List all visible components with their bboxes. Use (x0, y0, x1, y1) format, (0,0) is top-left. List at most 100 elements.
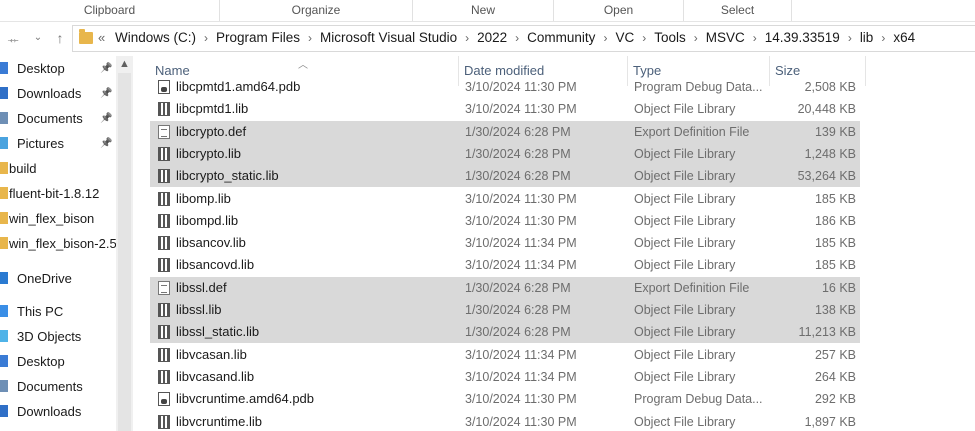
nav-pane-scrollbar[interactable]: ▲ (116, 56, 133, 431)
breadcrumb-item[interactable]: x64 (893, 30, 915, 45)
breadcrumb-chevron-icon[interactable]: › (642, 31, 646, 45)
ribbon-group-clipboard: Clipboard (0, 0, 220, 21)
file-row[interactable]: libvcruntime.amd64.pdb 3/10/2024 11:30 PM… (150, 388, 860, 410)
debug-file-icon (158, 392, 170, 407)
file-row[interactable]: libssl.lib 1/30/2024 6:28 PM Object File L… (150, 299, 860, 321)
file-date-modified: 3/10/2024 11:30 PM (465, 191, 577, 206)
file-name: libcpmtd1.lib (176, 101, 249, 117)
file-date-modified: 1/30/2024 6:28 PM (465, 280, 571, 295)
file-row[interactable]: libsancov.lib 3/10/2024 11:34 PM Object Fi… (150, 232, 860, 254)
breadcrumb-item[interactable]: Microsoft Visual Studio (320, 30, 457, 45)
file-name: libvcasand.lib (176, 368, 255, 384)
file-row[interactable]: libompd.lib 3/10/2024 11:30 PM Object File… (150, 210, 860, 232)
file-name: libvcasan.lib (176, 346, 247, 362)
file-date-modified: 3/10/2024 11:30 PM (465, 213, 577, 228)
file-date-modified: 3/10/2024 11:30 PM (465, 80, 577, 94)
breadcrumb-item[interactable]: Windows (C:) (115, 30, 196, 45)
file-row[interactable]: libcrypto.def 1/30/2024 6:28 PM Export Def… (150, 120, 860, 143)
file-type: Object File Library (634, 146, 736, 161)
nav-item-win-flex-bison[interactable]: win_flex_bison (0, 206, 116, 231)
file-name: libssl.lib (176, 302, 222, 317)
file-name: libomp.lib (176, 190, 231, 206)
nav-item-pictures[interactable]: Pictures 📌 (0, 131, 116, 156)
folder-icon (0, 237, 8, 249)
file-row[interactable]: libcpmtd1.lib 3/10/2024 11:30 PM Object Fi… (150, 98, 860, 120)
file-row[interactable]: libomp.lib 3/10/2024 11:30 PM Object File … (150, 188, 860, 210)
nav-item-label: win_flex_bison (9, 211, 95, 226)
breadcrumb-item[interactable]: lib (860, 30, 874, 45)
breadcrumb-chevron-icon[interactable]: › (694, 31, 698, 45)
file-size: 1,248 KB (804, 146, 856, 161)
nav-item-downloads[interactable]: Downloads (0, 399, 116, 424)
debug-file-icon (158, 80, 170, 94)
breadcrumb-chevron-icon[interactable]: › (603, 31, 607, 45)
file-row[interactable]: libssl_static.lib 1/30/2024 6:28 PM Object… (150, 321, 860, 344)
file-name: libvcruntime.lib (176, 413, 262, 429)
nav-item-3d-objects[interactable]: 3D Objects (0, 324, 116, 349)
nav-item-label: Pictures (17, 136, 64, 151)
breadcrumb-chevron-icon[interactable]: › (848, 31, 852, 45)
file-name: libcrypto_static.lib (176, 168, 279, 184)
breadcrumb-item[interactable]: VC (615, 30, 634, 45)
file-type: Object File Library (634, 236, 736, 251)
file-name: libvcruntime.amd64.pdb (176, 391, 315, 407)
nav-item-desktop[interactable]: Desktop 📌 (0, 56, 116, 81)
cloud-icon (0, 272, 8, 284)
breadcrumb-item[interactable]: 2022 (477, 30, 507, 45)
scroll-thumb[interactable] (118, 73, 131, 431)
breadcrumb-chevron-icon[interactable]: › (753, 31, 757, 45)
file-row[interactable]: libsancovd.lib 3/10/2024 11:34 PM Object F… (150, 254, 860, 276)
file-date-modified: 3/10/2024 11:34 PM (465, 236, 577, 251)
file-size: 1,897 KB (804, 414, 856, 429)
nav-item-onedrive[interactable]: OneDrive (0, 266, 116, 291)
breadcrumb-item[interactable]: Tools (654, 30, 686, 45)
file-row[interactable]: libcrypto_static.lib 1/30/2024 6:28 PM Obj… (150, 165, 860, 188)
nav-item-label: Downloads (17, 86, 82, 101)
breadcrumb-chevron-icon[interactable]: › (881, 31, 885, 45)
file-name: libcpmtd1.amd64.pdb (176, 79, 301, 94)
library-file-icon (158, 369, 170, 384)
scroll-up-icon[interactable]: ▲ (116, 58, 133, 70)
nav-item-downloads[interactable]: Downloads 📌 (0, 81, 116, 106)
file-name: libssl_static.lib (176, 324, 260, 340)
file-size: 139 KB (814, 124, 856, 139)
address-overflow[interactable]: « (98, 30, 105, 45)
breadcrumb-chevron-icon[interactable]: › (465, 31, 469, 45)
breadcrumb-chevron-icon[interactable]: › (204, 31, 208, 45)
file-row[interactable]: libvcasan.lib 3/10/2024 11:34 PM Object Fi… (150, 344, 860, 366)
breadcrumb-item[interactable]: Program Files (216, 30, 300, 45)
file-type: Object File Library (634, 347, 736, 362)
file-row[interactable]: libvcruntime.lib 3/10/2024 11:30 PM Object… (150, 411, 860, 431)
breadcrumb-chevron-icon[interactable]: › (515, 31, 519, 45)
nav-item-fluent-bit-1-8-12[interactable]: fluent-bit-1.8.12 (0, 181, 116, 206)
breadcrumb-item[interactable]: 14.39.33519 (765, 30, 840, 45)
file-type: Export Definition File (634, 280, 750, 295)
chevron-down-icon: ⌄ (33, 32, 43, 43)
nav-item-documents[interactable]: Documents (0, 374, 116, 399)
breadcrumb-item[interactable]: MSVC (706, 30, 745, 45)
nav-item-label: fluent-bit-1.8.12 (9, 186, 100, 201)
nav-item-desktop[interactable]: Desktop (0, 349, 116, 374)
breadcrumb-chevron-icon[interactable]: › (308, 31, 312, 45)
computer-icon (0, 305, 8, 317)
forward-arrow-icon: → (5, 30, 19, 46)
file-row[interactable]: libcpmtd1.amd64.pdb 3/10/2024 11:30 PM Pro… (150, 77, 860, 98)
library-file-icon (158, 303, 170, 317)
file-name: libsancovd.lib (176, 257, 255, 273)
file-size: 185 KB (814, 236, 856, 251)
pin-icon: 📌 (100, 138, 113, 149)
nav-item-build[interactable]: build (0, 156, 116, 181)
forward-button[interactable]: → (0, 22, 24, 54)
pictures-icon (0, 137, 8, 149)
file-type: Object File Library (634, 169, 736, 184)
address-bar[interactable]: « Windows (C:) › Program Files › Microsoft V… (72, 25, 975, 52)
recent-locations-button[interactable]: ⌄ (28, 22, 48, 54)
nav-item-win-flex-bison-2-5[interactable]: win_flex_bison-2.5 (0, 231, 116, 256)
nav-item-documents[interactable]: Documents 📌 (0, 106, 116, 131)
file-row[interactable]: libvcasand.lib 3/10/2024 11:34 PM Object F… (150, 366, 860, 388)
breadcrumb-item[interactable]: Community (527, 30, 595, 45)
file-row[interactable]: libssl.def 1/30/2024 6:28 PM Export Defini… (150, 276, 860, 299)
up-button[interactable]: ↑ (48, 22, 72, 54)
nav-item-this-pc[interactable]: This PC (0, 299, 116, 324)
file-row[interactable]: libcrypto.lib 1/30/2024 6:28 PM Object Fil… (150, 142, 860, 165)
